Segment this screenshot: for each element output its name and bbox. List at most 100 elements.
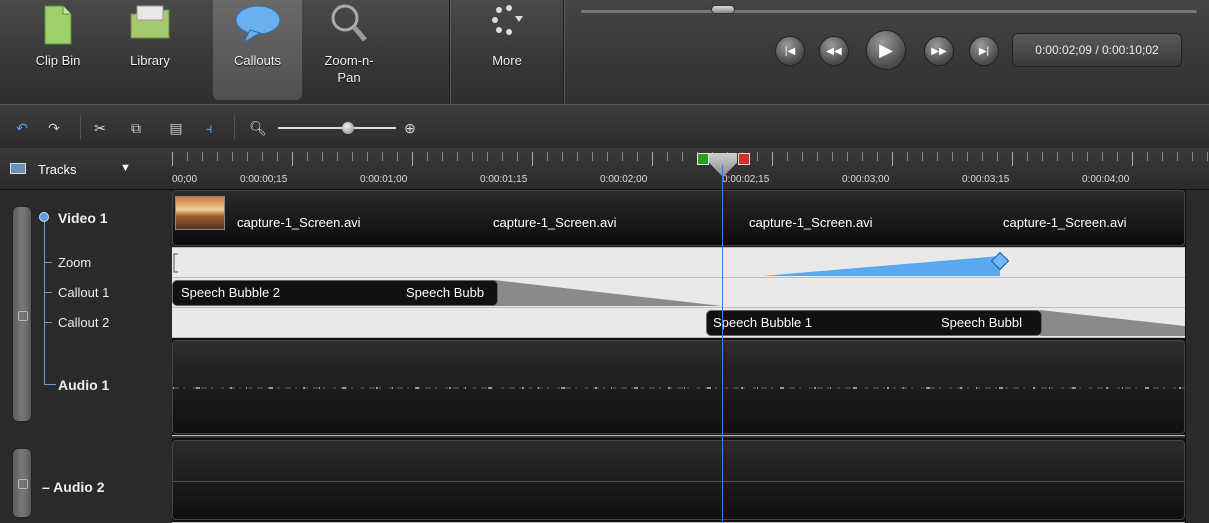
split-icon[interactable]: ⫞: [199, 119, 219, 137]
audio-clip[interactable]: [172, 440, 1186, 520]
zoom-pan-label-line2: Pan: [337, 70, 361, 85]
ruler-tick: [262, 152, 263, 161]
track-header-column: Tracks ▼ Video 1 Zoom Callout 1 Callout …: [0, 148, 172, 523]
video-clip-label: capture-1_Screen.avi: [1003, 215, 1127, 230]
rewind-icon: ◀◀: [826, 45, 842, 57]
callout-1-lane: Speech Bubble 2 Speech Bubb: [172, 278, 1185, 308]
ruler-tick: [457, 152, 458, 161]
redo-icon[interactable]: ↷: [44, 119, 64, 137]
cut-icon[interactable]: ✂: [90, 119, 110, 137]
ruler-tick: [952, 152, 953, 161]
playhead-line: [722, 165, 723, 523]
go-to-start-button[interactable]: |◀: [775, 36, 805, 66]
ruler-tick: [547, 152, 548, 161]
callout-clip-label: Speech Bubbl: [941, 315, 1022, 330]
callout-clip-speech-bubble-1[interactable]: Speech Bubble 1 Speech Bubbl: [706, 310, 1042, 336]
ruler-tick: [1042, 152, 1043, 161]
timeline-zoom-slider[interactable]: [278, 127, 396, 129]
ruler-tick: [667, 152, 668, 161]
ruler-tick: [877, 152, 878, 161]
go-to-end-button[interactable]: ▶|: [969, 36, 999, 66]
ruler-tick: [652, 152, 653, 166]
ruler-tick: [367, 152, 368, 161]
ruler-tick: [562, 152, 563, 161]
ruler-tick: [532, 152, 533, 166]
audio-clip[interactable]: [172, 340, 1186, 434]
fast-forward-button[interactable]: ▶▶: [924, 36, 954, 66]
ruler-tick: [637, 152, 638, 161]
ruler-tick: [832, 152, 833, 161]
video-1-lane: capture-1_Screen.avi capture-1_Screen.av…: [172, 190, 1185, 248]
ruler-tick: [1162, 152, 1163, 161]
tracks-menu-label: Tracks: [38, 162, 77, 177]
zoom-ramp[interactable]: [762, 256, 1000, 276]
tree-branch: [44, 322, 52, 323]
ruler-tick: [1087, 152, 1088, 161]
ruler-tick: [577, 152, 578, 161]
tab-library[interactable]: Library: [110, 0, 190, 100]
toolbar-divider: [80, 115, 81, 139]
ruler-label: 0:00:04;00: [1082, 174, 1130, 185]
tab-more[interactable]: More: [462, 0, 552, 100]
ruler-label: 0:00:03;00: [842, 174, 890, 185]
scrubber-thumb[interactable]: [711, 5, 735, 14]
time-ruler[interactable]: 00;00 0:00:00;15 0:00:01;00 0:00:01;15 0:00:…: [172, 148, 1209, 190]
track-lock-handle[interactable]: [12, 448, 32, 518]
library-folder-icon: [127, 2, 173, 45]
callout-clip-speech-bubble-2[interactable]: Speech Bubble 2 Speech Bubb: [172, 280, 498, 306]
out-point-marker[interactable]: [738, 153, 750, 165]
zoom-in-icon[interactable]: ⊕: [400, 119, 420, 137]
track-lock-handle[interactable]: [12, 206, 32, 422]
undo-icon[interactable]: ↶: [12, 119, 32, 137]
ruler-tick: [967, 152, 968, 161]
timeline-vertical-scrollbar[interactable]: [1185, 190, 1209, 523]
tree-dash: –: [42, 479, 54, 495]
callout-clip-label: Speech Bubble 2: [181, 285, 281, 300]
clip-thumbnail: [175, 196, 225, 230]
rewind-button[interactable]: ◀◀: [819, 36, 849, 66]
ruler-tick: [787, 152, 788, 161]
zoom-out-icon[interactable]: 🔍︎: [248, 119, 268, 137]
task-divider: [449, 0, 451, 104]
ruler-label: 0:00:03;15: [962, 174, 1010, 185]
tree-branch: [44, 292, 52, 293]
tab-zoom-n-pan[interactable]: Zoom-n- Pan: [304, 0, 394, 100]
video-clip-label: capture-1_Screen.avi: [237, 215, 361, 230]
video-clip[interactable]: capture-1_Screen.avi capture-1_Screen.av…: [172, 190, 1185, 246]
play-icon: ▶: [879, 39, 893, 60]
skip-end-icon: ▶|: [978, 45, 990, 57]
ruler-tick: [1072, 152, 1073, 161]
tree-branch: [44, 262, 52, 263]
tab-clip-bin[interactable]: Clip Bin: [16, 0, 100, 100]
preview-scrubber[interactable]: [581, 5, 1197, 14]
ruler-tick: [907, 152, 908, 161]
paste-icon[interactable]: ▤: [166, 119, 186, 137]
preview-player-controls: |◀ ◀◀ ▶ ▶▶ ▶| 0:00:02;09 / 0:00:10;02: [567, 0, 1209, 104]
ruler-tick: [922, 152, 923, 161]
in-point-marker[interactable]: [697, 153, 709, 165]
zoom-pan-label-line1: Zoom-n-: [324, 53, 374, 68]
callout-2-fade-out: [1040, 310, 1185, 336]
toolbar-divider: [234, 115, 235, 139]
ruler-tick: [412, 152, 413, 166]
ruler-tick: [1192, 152, 1193, 161]
tracks-menu[interactable]: Tracks ▼: [0, 148, 172, 190]
ruler-tick: [802, 152, 803, 161]
ruler-tick: [172, 152, 173, 166]
fast-forward-icon: ▶▶: [931, 45, 947, 57]
ruler-tick: [607, 152, 608, 161]
tab-callouts[interactable]: Callouts: [213, 0, 302, 100]
zoom-animation-svg: [173, 251, 1010, 276]
ruler-tick: [247, 152, 248, 161]
zoom-slider-knob[interactable]: [342, 122, 354, 134]
ruler-tick: [1012, 152, 1013, 166]
track-group-line: [44, 212, 45, 384]
ruler-label: 0:00:02;00: [600, 174, 648, 185]
copy-icon[interactable]: ⧉: [126, 119, 146, 137]
speech-bubble-icon: [232, 2, 284, 49]
play-button[interactable]: ▶: [866, 30, 906, 70]
ruler-tick: [217, 152, 218, 161]
video-clip-label: capture-1_Screen.avi: [749, 215, 873, 230]
ruler-tick: [187, 152, 188, 161]
tracks-list-icon: [10, 163, 26, 174]
